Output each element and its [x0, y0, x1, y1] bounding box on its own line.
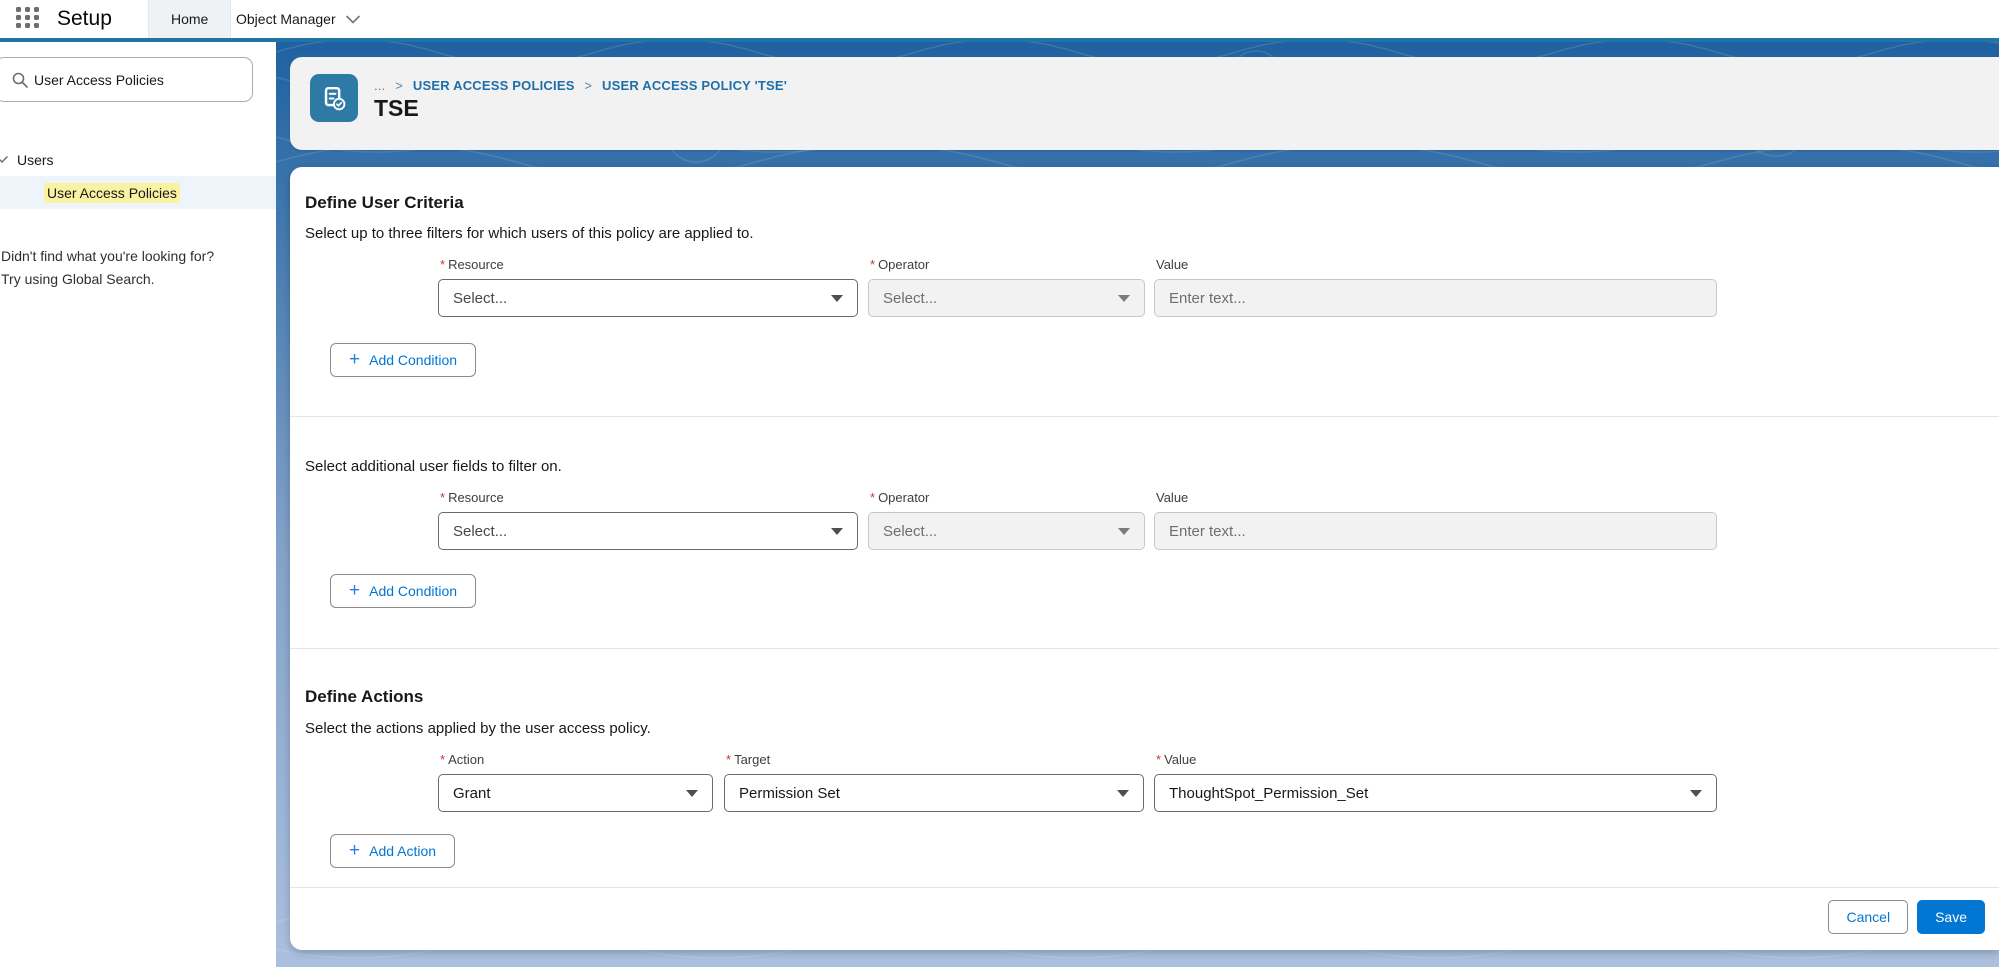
value-label: Value [1156, 490, 1188, 505]
value-input[interactable] [1169, 280, 1702, 316]
add-condition-button-1[interactable]: + Add Condition [330, 343, 476, 377]
breadcrumb: ... > USER ACCESS POLICIES > USER ACCESS… [374, 78, 787, 93]
operator-select-placeholder: Select... [883, 290, 937, 307]
define-user-criteria-heading: Define User Criteria [305, 193, 464, 213]
sidebar-hint-line2: Try using Global Search. [1, 268, 267, 291]
footer-divider [290, 887, 1999, 888]
value-input-wrapper-2 [1154, 512, 1717, 550]
required-asterisk: * [440, 752, 445, 767]
search-icon [12, 72, 28, 88]
sidebar-section-users[interactable]: Users [0, 147, 276, 173]
define-user-criteria-description: Select up to three filters for which use… [305, 225, 754, 242]
breadcrumb-ellipsis: ... [374, 78, 385, 93]
resource-select-placeholder: Select... [453, 523, 507, 540]
sidebar-section-users-label: Users [17, 152, 54, 168]
add-condition-label: Add Condition [369, 583, 457, 599]
chevron-down-icon [831, 295, 843, 302]
page-title: TSE [374, 95, 419, 122]
form-footer-actions: Cancel Save [1828, 900, 1985, 934]
operator-select-placeholder: Select... [883, 523, 937, 540]
add-condition-label: Add Condition [369, 352, 457, 368]
breadcrumb-separator: > [584, 78, 592, 93]
add-condition-button-2[interactable]: + Add Condition [330, 574, 476, 608]
app-launcher-icon[interactable] [16, 7, 42, 32]
required-asterisk: * [870, 257, 875, 272]
chevron-down-icon [1118, 295, 1130, 302]
chevron-down-icon [1118, 528, 1130, 535]
required-asterisk: * [726, 752, 731, 767]
chevron-down-icon [1117, 790, 1129, 797]
additional-filters-description: Select additional user fields to filter … [305, 458, 562, 475]
define-actions-description: Select the actions applied by the user a… [305, 720, 651, 737]
resource-select-placeholder: Select... [453, 290, 507, 307]
action-value-select-value: ThoughtSpot_Permission_Set [1169, 785, 1368, 802]
tab-home-label: Home [171, 11, 208, 27]
plus-icon: + [349, 350, 360, 369]
resource-select-2[interactable]: Select... [438, 512, 858, 550]
target-select[interactable]: Permission Set [724, 774, 1144, 812]
required-asterisk: * [870, 490, 875, 505]
tab-object-manager-label: Object Manager [236, 11, 336, 27]
resource-select[interactable]: Select... [438, 279, 858, 317]
operator-select[interactable]: Select... [868, 279, 1145, 317]
add-action-label: Add Action [369, 843, 436, 859]
add-action-button[interactable]: + Add Action [330, 834, 455, 868]
operator-select-2[interactable]: Select... [868, 512, 1145, 550]
user-access-policy-icon [310, 74, 358, 122]
breadcrumb-link-user-access-policy-tse[interactable]: USER ACCESS POLICY 'TSE' [602, 78, 787, 93]
action-select-value: Grant [453, 785, 491, 802]
chevron-down-icon [686, 790, 698, 797]
sidebar-search[interactable] [0, 57, 253, 102]
setup-title: Setup [57, 0, 112, 38]
target-select-value: Permission Set [739, 785, 840, 802]
policy-form-card: Define User Criteria Select up to three … [290, 167, 1999, 950]
chevron-down-icon [1690, 790, 1702, 797]
section-divider [290, 648, 1999, 649]
value-input-2[interactable] [1169, 513, 1702, 549]
sidebar-hint: Didn't find what you're looking for? Try… [1, 245, 267, 291]
save-button[interactable]: Save [1917, 900, 1985, 934]
resource-label: *Resource [440, 490, 504, 505]
cancel-button[interactable]: Cancel [1828, 900, 1908, 934]
search-input[interactable] [34, 58, 244, 101]
action-value-select[interactable]: ThoughtSpot_Permission_Set [1154, 774, 1717, 812]
action-select[interactable]: Grant [438, 774, 713, 812]
breadcrumb-separator: > [395, 78, 403, 93]
required-asterisk: * [1156, 752, 1161, 767]
chevron-down-icon [346, 11, 360, 27]
page-header-card: ... > USER ACCESS POLICIES > USER ACCESS… [290, 57, 1999, 150]
setup-sidebar: Users User Access Policies Didn't find w… [0, 42, 276, 967]
sidebar-hint-line1: Didn't find what you're looking for? [1, 245, 267, 268]
sidebar-item-label-highlighted: User Access Policies [44, 183, 180, 203]
operator-label: *Operator [870, 490, 929, 505]
value-label: Value [1156, 257, 1188, 272]
breadcrumb-link-user-access-policies[interactable]: USER ACCESS POLICIES [413, 78, 575, 93]
tab-object-manager[interactable]: Object Manager [230, 0, 366, 38]
sidebar-item-user-access-policies[interactable]: User Access Policies [0, 176, 276, 209]
operator-label: *Operator [870, 257, 929, 272]
tab-home[interactable]: Home [148, 0, 231, 38]
define-actions-heading: Define Actions [305, 687, 423, 707]
chevron-down-icon [831, 528, 843, 535]
value-input-wrapper [1154, 279, 1717, 317]
required-asterisk: * [440, 490, 445, 505]
main-background: ... > USER ACCESS POLICIES > USER ACCESS… [276, 42, 1999, 967]
required-asterisk: * [440, 257, 445, 272]
resource-label: *Resource [440, 257, 504, 272]
target-label: *Target [726, 752, 770, 767]
plus-icon: + [349, 841, 360, 860]
setup-global-header: Setup Home Object Manager [0, 0, 1999, 38]
plus-icon: + [349, 581, 360, 600]
action-value-label: *Value [1156, 752, 1196, 767]
section-divider [290, 416, 1999, 417]
action-label: *Action [440, 752, 484, 767]
chevron-down-icon [0, 156, 8, 164]
